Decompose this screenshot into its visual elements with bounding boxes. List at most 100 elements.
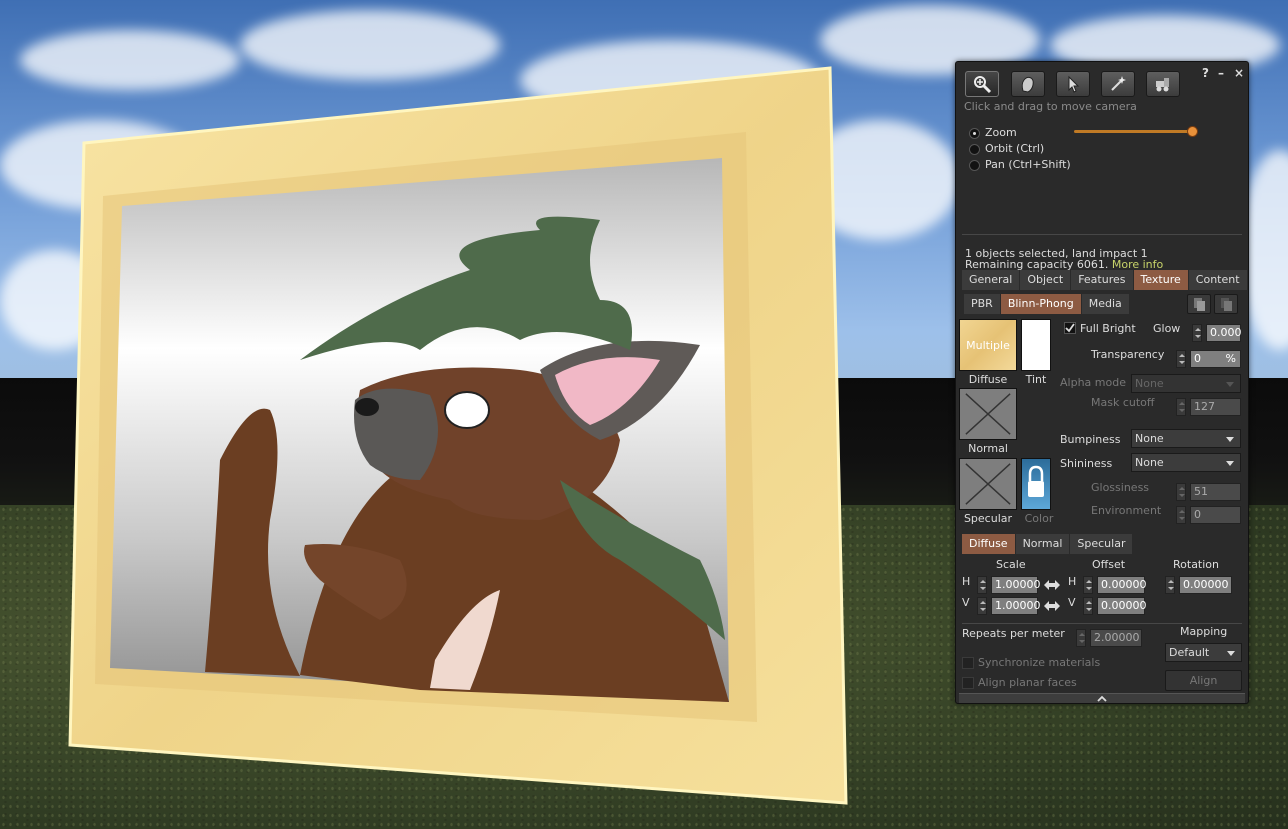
- repeats-field[interactable]: 2.00000: [1090, 629, 1142, 647]
- tab-diffuse-map[interactable]: Diffuse: [962, 534, 1015, 554]
- tab-texture[interactable]: Texture: [1133, 270, 1188, 290]
- link-scale-v-button[interactable]: [1043, 599, 1061, 613]
- paste-button[interactable]: [1214, 294, 1238, 314]
- zoom-radio-label[interactable]: Zoom: [985, 126, 1017, 139]
- create-tool-button[interactable]: [1101, 71, 1135, 97]
- expand-bar[interactable]: [959, 693, 1245, 703]
- normal-texture-swatch[interactable]: [959, 388, 1017, 440]
- land-tool-button[interactable]: [1146, 71, 1180, 97]
- tab-media[interactable]: Media: [1081, 294, 1129, 314]
- offset-h-label: H: [1068, 575, 1077, 588]
- diffuse-texture-swatch[interactable]: Multiple: [959, 319, 1017, 371]
- scale-h-label: H: [962, 575, 971, 588]
- alpha-mode-label: Alpha mode: [1060, 376, 1126, 389]
- tint-swatch[interactable]: [1021, 319, 1051, 371]
- transparency-unit: %: [1225, 352, 1236, 365]
- shininess-dropdown[interactable]: None: [1131, 453, 1241, 472]
- offset-header: Offset: [1092, 558, 1126, 571]
- diffuse-label: Diffuse: [968, 373, 1008, 386]
- scale-h-spinner[interactable]: [977, 576, 987, 594]
- full-bright-label: Full Bright: [1080, 322, 1136, 335]
- offset-v-spinner[interactable]: [1083, 597, 1093, 615]
- grab-tool-icon: [1021, 76, 1034, 93]
- orbit-radio[interactable]: [969, 144, 980, 155]
- chevron-up-icon: [1097, 695, 1107, 702]
- tab-features[interactable]: Features: [1071, 270, 1133, 290]
- glossiness-spinner[interactable]: [1176, 483, 1186, 501]
- specular-texture-swatch[interactable]: [959, 458, 1017, 510]
- tab-content[interactable]: Content: [1188, 270, 1247, 290]
- rotation-header: Rotation: [1173, 558, 1220, 571]
- offset-h-spinner[interactable]: [1083, 576, 1093, 594]
- transparency-spinner[interactable]: [1176, 350, 1186, 368]
- close-button[interactable]: ×: [1234, 66, 1244, 80]
- orbit-radio-label[interactable]: Orbit (Ctrl): [985, 142, 1044, 155]
- help-button[interactable]: ?: [1202, 66, 1209, 80]
- select-tool-button[interactable]: [1056, 71, 1090, 97]
- select-tool-icon: [1068, 75, 1080, 93]
- pan-radio-label[interactable]: Pan (Ctrl+Shift): [985, 158, 1071, 171]
- transparency-field[interactable]: 0 %: [1190, 350, 1241, 368]
- specular-label: Specular: [963, 512, 1013, 525]
- tab-blinn-phong[interactable]: Blinn-Phong: [1000, 294, 1081, 314]
- rotation-spinner[interactable]: [1165, 576, 1175, 594]
- environment-label: Environment: [1091, 504, 1162, 517]
- shininess-label: Shininess: [1060, 457, 1113, 470]
- zoom-tool-button[interactable]: [965, 71, 999, 97]
- diffuse-swatch-text: Multiple: [966, 339, 1010, 352]
- scale-header: Scale: [996, 558, 1026, 571]
- empty-texture-icon: [965, 463, 1011, 505]
- rotation-field[interactable]: 0.00000: [1179, 576, 1232, 594]
- environment-field[interactable]: 0: [1190, 506, 1241, 524]
- full-bright-checkbox[interactable]: [1064, 322, 1076, 334]
- normal-label: Normal: [968, 442, 1008, 455]
- pan-radio[interactable]: [969, 160, 980, 171]
- double-arrow-icon: [1044, 601, 1060, 611]
- scale-v-field[interactable]: 1.00000: [991, 597, 1041, 615]
- divider: [962, 234, 1242, 235]
- offset-v-field[interactable]: 0.00000: [1097, 597, 1147, 615]
- mapping-dropdown[interactable]: Default: [1165, 643, 1242, 662]
- double-arrow-icon: [1044, 580, 1060, 590]
- align-button[interactable]: Align: [1165, 670, 1242, 691]
- tab-normal-map[interactable]: Normal: [1015, 534, 1070, 554]
- scale-v-spinner[interactable]: [977, 597, 987, 615]
- scale-h-field[interactable]: 1.00000: [991, 576, 1041, 594]
- land-tool-icon: [1156, 78, 1169, 92]
- grab-tool-button[interactable]: [1011, 71, 1045, 97]
- tab-specular-map[interactable]: Specular: [1070, 534, 1133, 554]
- glossiness-field[interactable]: 51: [1190, 483, 1241, 501]
- bumpiness-label: Bumpiness: [1060, 433, 1121, 446]
- alpha-mode-dropdown[interactable]: None: [1131, 374, 1241, 393]
- offset-v-label: V: [1068, 596, 1076, 609]
- paste-icon: [1221, 298, 1232, 311]
- link-scale-h-button[interactable]: [1043, 578, 1061, 592]
- zoom-slider-knob[interactable]: [1187, 126, 1198, 137]
- build-floater[interactable]: ? – × Click and drag to move camera Zoom…: [955, 61, 1249, 704]
- zoom-slider[interactable]: [1074, 130, 1194, 133]
- environment-spinner[interactable]: [1176, 506, 1186, 524]
- empty-texture-icon: [965, 393, 1011, 435]
- lock-icon: [1028, 465, 1044, 497]
- mask-cutoff-field[interactable]: 127: [1190, 398, 1241, 416]
- tab-pbr[interactable]: PBR: [964, 294, 1000, 314]
- checkmark-icon: [1065, 323, 1075, 333]
- main-tabs: General Object Features Texture Content: [962, 270, 1247, 290]
- tint-label: Tint: [1025, 373, 1047, 386]
- create-tool-icon: [1111, 76, 1126, 91]
- bumpiness-dropdown[interactable]: None: [1131, 429, 1241, 448]
- sync-materials-checkbox[interactable]: [962, 657, 974, 669]
- tab-object[interactable]: Object: [1020, 270, 1071, 290]
- align-planar-label: Align planar faces: [978, 676, 1077, 689]
- glow-spinner[interactable]: [1192, 324, 1202, 342]
- zoom-radio[interactable]: [969, 128, 980, 139]
- tab-general[interactable]: General: [962, 270, 1020, 290]
- mask-cutoff-spinner[interactable]: [1176, 398, 1186, 416]
- specular-color-swatch[interactable]: [1021, 458, 1051, 510]
- glow-field[interactable]: 0.000: [1206, 324, 1242, 342]
- repeats-spinner[interactable]: [1076, 629, 1086, 647]
- offset-h-field[interactable]: 0.00000: [1097, 576, 1147, 594]
- align-planar-checkbox[interactable]: [962, 677, 974, 689]
- minimize-button[interactable]: –: [1218, 66, 1224, 80]
- copy-button[interactable]: [1187, 294, 1211, 314]
